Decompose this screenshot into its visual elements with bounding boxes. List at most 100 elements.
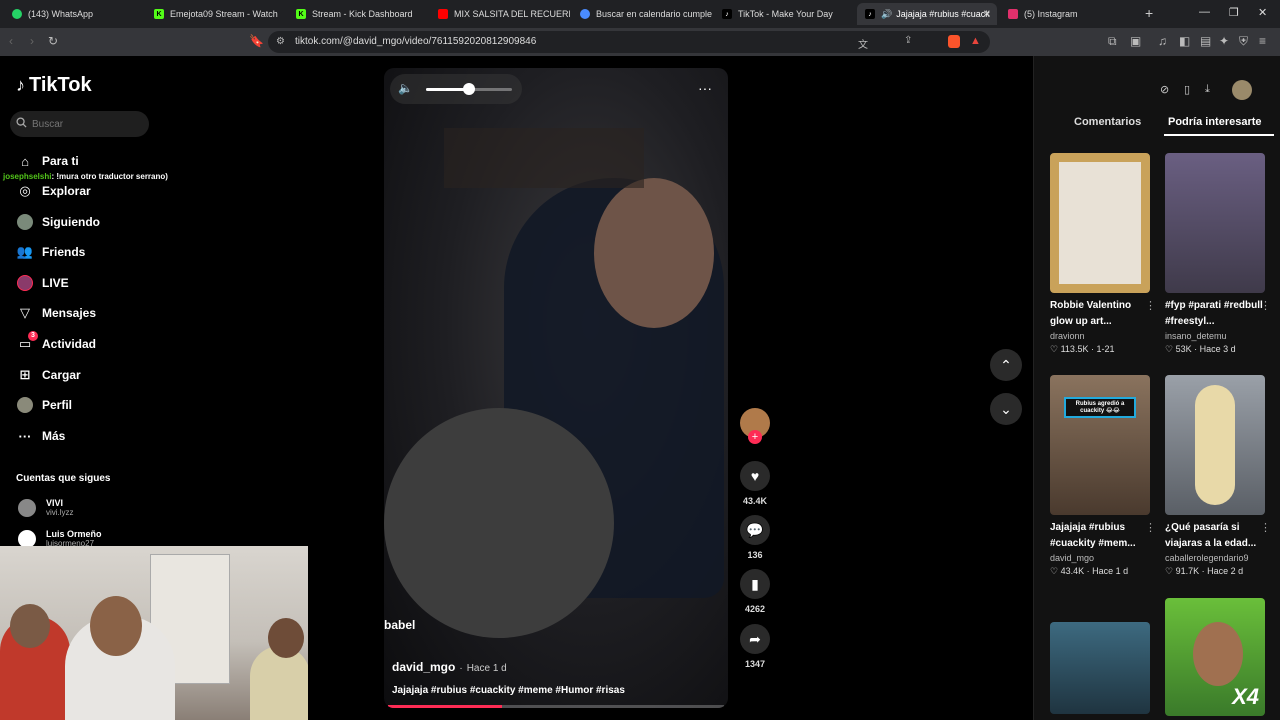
save-button[interactable]: ▮ 4262 xyxy=(740,569,770,614)
previous-video-button[interactable]: ⌃ xyxy=(990,349,1022,381)
browser-tab[interactable]: (143) WhatsApp xyxy=(4,3,144,25)
suggested-video-card[interactable]: ¿Qué pasaría si viajaras a la edad... ca… xyxy=(1165,375,1271,577)
new-tab-icon[interactable]: + xyxy=(1145,5,1153,21)
site-info-icon[interactable]: ⚙ xyxy=(276,36,285,47)
creator-avatar-button[interactable]: + xyxy=(740,408,770,444)
close-tab-icon[interactable]: ✕ xyxy=(983,9,991,20)
video-progress-bar[interactable] xyxy=(388,705,724,708)
tab-comentarios[interactable]: Comentarios xyxy=(1074,116,1141,128)
download-icon[interactable]: ⤓ xyxy=(1205,83,1210,96)
browser-tab[interactable]: ♪ TikTok - Make Your Day xyxy=(714,3,854,25)
nav-mensajes[interactable]: ▽ Mensajes xyxy=(16,302,96,324)
tab-podria-interesarte[interactable]: Podría interesarte xyxy=(1168,116,1262,128)
volume-knob[interactable] xyxy=(463,83,475,95)
browser-tab[interactable]: K Emejota09 Stream - Watch xyxy=(146,3,286,25)
nav-friends[interactable]: 👥 Friends xyxy=(16,241,85,263)
following-account[interactable]: VIVI vivi.lyzz xyxy=(18,498,74,517)
extensions-icon[interactable]: ⧉ xyxy=(1108,34,1117,49)
nav-mas[interactable]: ··· Más xyxy=(16,425,66,447)
rewards-icon[interactable]: ▲ xyxy=(970,35,981,47)
reload-icon[interactable]: ↻ xyxy=(48,34,58,48)
user-avatar[interactable] xyxy=(1232,80,1252,100)
nav-siguiendo[interactable]: Siguiendo xyxy=(16,211,100,233)
video-thumbnail[interactable] xyxy=(1050,622,1150,714)
browser-tab[interactable]: (5) Instagram xyxy=(1000,3,1140,25)
card-title[interactable]: Jajajaja #rubius #cuackity #mem... xyxy=(1050,520,1150,552)
compass-icon[interactable]: ⊘ xyxy=(1160,83,1169,96)
nav-cargar[interactable]: ⊞ Cargar xyxy=(16,364,81,386)
phone-icon[interactable]: ▯ xyxy=(1184,83,1190,96)
tiktok-logo[interactable]: ♪ TikTok xyxy=(16,74,92,97)
video-caption[interactable]: Jajajaja #rubius #cuackity #meme #Humor … xyxy=(392,685,625,696)
activity-icon: ▭ 3 xyxy=(16,331,38,353)
nav-explorar[interactable]: ◎ Explorar xyxy=(16,180,90,202)
suggested-video-card[interactable]: #fyp #parati #redbull #freestyl... insan… xyxy=(1165,153,1271,355)
translate-icon[interactable]: 文 xyxy=(858,36,868,51)
next-video-button[interactable]: ⌄ xyxy=(990,393,1022,425)
nav-para-ti[interactable]: ⌂ Para ti xyxy=(16,150,79,172)
minimize-icon[interactable]: — xyxy=(1199,6,1210,18)
close-window-icon[interactable]: ✕ xyxy=(1258,6,1267,19)
card-user[interactable]: david_mgo xyxy=(1050,553,1152,563)
volume-slider[interactable] xyxy=(426,83,512,95)
card-user[interactable]: caballerolegendario9 xyxy=(1165,553,1267,563)
share-button[interactable]: ➦ 1347 xyxy=(740,624,770,669)
browser-tab[interactable]: K Stream - Kick Dashboard xyxy=(288,3,428,25)
card-user[interactable]: dravionn xyxy=(1050,331,1152,341)
card-title[interactable]: #fyp #parati #redbull #freestyl... xyxy=(1165,298,1265,330)
media-icon[interactable]: ♫ xyxy=(1158,34,1167,48)
suggested-video-card[interactable] xyxy=(1050,622,1152,714)
card-title[interactable]: ¿Qué pasaría si viajaras a la edad... xyxy=(1165,520,1265,552)
video-thumbnail[interactable]: X4 xyxy=(1165,598,1265,716)
volume-icon[interactable]: 🔈 xyxy=(398,81,413,95)
video-thumbnail[interactable] xyxy=(1165,153,1265,293)
following-title: Cuentas que sigues xyxy=(16,473,111,484)
tab-search-icon[interactable]: ▣ xyxy=(1130,34,1141,48)
nav-actividad[interactable]: ▭ 3 Actividad xyxy=(16,331,97,355)
suggested-video-card[interactable]: Robbie Valentino glow up art... dravionn… xyxy=(1050,153,1156,355)
card-user[interactable]: insano_detemu xyxy=(1165,331,1267,341)
tab-title: Stream - Kick Dashboard xyxy=(312,9,413,19)
address-bar[interactable]: ⚙ tiktok.com/@david_mgo/video/7611592020… xyxy=(268,31,990,53)
video-player[interactable]: 🔈 ··· babel david_mgo · Hace 1 d Jajajaj… xyxy=(384,68,728,708)
nav-live[interactable]: LIVE xyxy=(16,272,69,294)
volume-control[interactable]: 🔈 xyxy=(390,74,522,104)
nav-label: Perfil xyxy=(42,398,73,412)
share-icon[interactable]: ⇪ xyxy=(904,35,912,46)
menu-icon[interactable]: ≡ xyxy=(1259,34,1266,48)
nav-perfil[interactable]: Perfil xyxy=(16,394,72,416)
leo-icon[interactable]: ✦ xyxy=(1219,34,1229,48)
forward-icon[interactable]: › xyxy=(30,34,34,48)
card-title[interactable]: Robbie Valentino glow up art... xyxy=(1050,298,1150,330)
bookmark-icon[interactable]: 🔖 xyxy=(249,34,264,48)
card-menu-icon[interactable]: ⋮ xyxy=(1260,521,1271,534)
search-input[interactable] xyxy=(32,118,142,130)
right-panel: ⊘ ▯ ⤓ Comentarios Podría interesarte Rob… xyxy=(1033,56,1280,720)
suggested-video-card[interactable]: Rubius agredió a cuackity 😂😂 Jajajaja #r… xyxy=(1050,375,1156,577)
video-thumbnail[interactable] xyxy=(1165,375,1265,515)
tiktok-icon: ♪ xyxy=(722,9,732,19)
back-icon[interactable]: ‹ xyxy=(9,34,13,48)
suggested-video-card[interactable]: X4 xyxy=(1165,598,1267,716)
like-button[interactable]: ♥ 43.4K xyxy=(740,461,770,506)
browser-tab[interactable]: MIX SALSITA DEL RECUERD xyxy=(430,3,570,25)
browser-tab[interactable]: Buscar en calendario cumplea xyxy=(572,3,712,25)
maximize-icon[interactable]: ❐ xyxy=(1229,6,1239,19)
video-username[interactable]: david_mgo xyxy=(392,660,455,674)
comment-button[interactable]: 💬 136 xyxy=(740,515,770,560)
sidebar-icon[interactable]: ◧ xyxy=(1179,34,1190,48)
vpn-icon[interactable]: ⛨ xyxy=(1239,34,1248,49)
follow-plus-icon[interactable]: + xyxy=(748,430,762,444)
brave-shield-icon[interactable] xyxy=(948,35,960,48)
wallet-icon[interactable]: ▤ xyxy=(1200,34,1211,48)
browser-tab-active[interactable]: ♪ 🔊 Jajajaja #rubius #cuack ✕ xyxy=(857,3,997,25)
card-menu-icon[interactable]: ⋮ xyxy=(1145,521,1156,534)
url-text[interactable]: tiktok.com/@david_mgo/video/761159202081… xyxy=(295,36,536,47)
card-menu-icon[interactable]: ⋮ xyxy=(1260,299,1271,312)
card-menu-icon[interactable]: ⋮ xyxy=(1145,299,1156,312)
video-thumbnail[interactable]: Rubius agredió a cuackity 😂😂 xyxy=(1050,375,1150,515)
search-box[interactable] xyxy=(10,111,149,137)
more-options-icon[interactable]: ··· xyxy=(698,80,712,96)
nav-label: Actividad xyxy=(42,337,97,351)
video-thumbnail[interactable] xyxy=(1050,153,1150,293)
